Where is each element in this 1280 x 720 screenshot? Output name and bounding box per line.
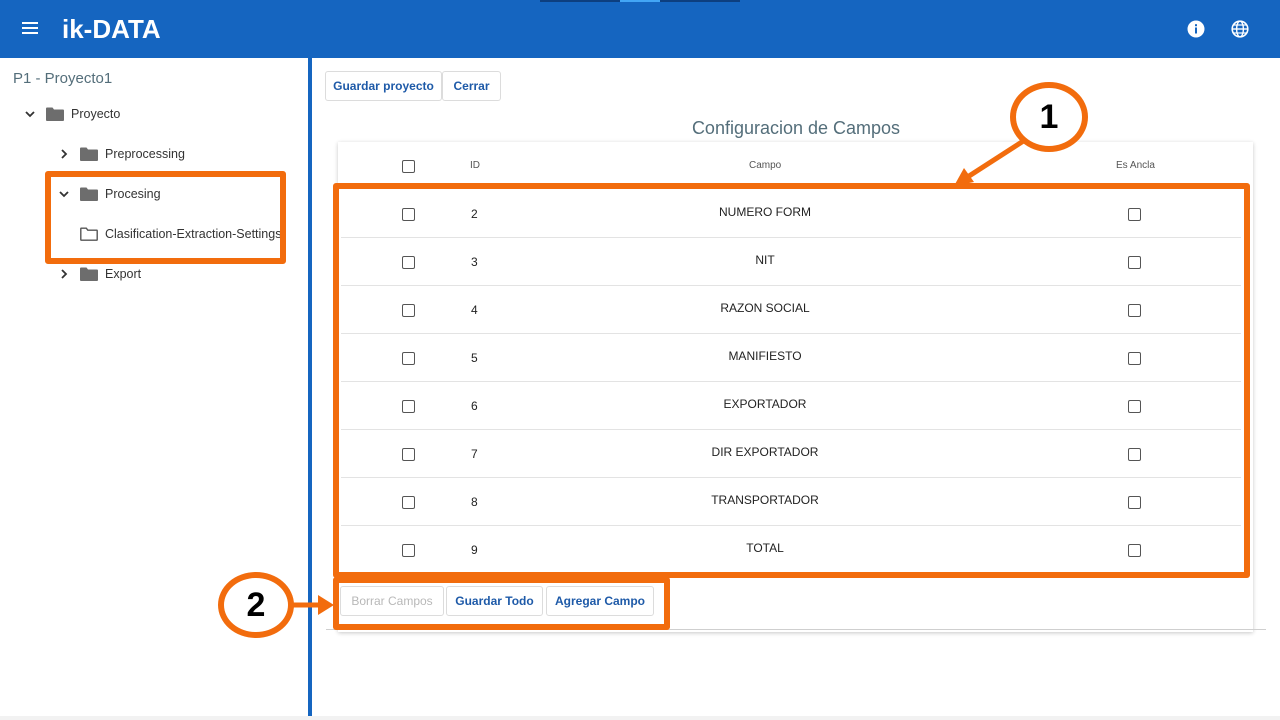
cell-id: 6	[471, 399, 478, 413]
bottom-bar	[0, 716, 1280, 720]
cell-campo: NIT	[755, 253, 775, 267]
save-project-button[interactable]: Guardar proyecto	[325, 71, 442, 101]
tree-item-label: Proyecto	[71, 107, 121, 121]
row-select-checkbox[interactable]	[402, 352, 415, 365]
tree-item-procesing[interactable]: Procesing	[58, 182, 161, 206]
folder-icon	[80, 267, 98, 281]
row-select-checkbox[interactable]	[402, 544, 415, 557]
header-es-ancla: Es Ancla	[1116, 160, 1155, 171]
tree-item-label: Export	[105, 267, 142, 281]
cell-id: 8	[471, 495, 478, 509]
table-row[interactable]: 4 RAZON SOCIAL	[341, 286, 1241, 334]
cell-campo: EXPORTADOR	[723, 397, 807, 411]
table-row[interactable]: 2 NUMERO FORM	[341, 190, 1241, 238]
table-row[interactable]: 6 EXPORTADOR	[341, 382, 1241, 430]
cell-campo: RAZON SOCIAL	[720, 301, 810, 315]
tree-item-proyecto[interactable]: Proyecto	[24, 102, 120, 126]
cell-id: 9	[471, 543, 478, 557]
tree-item-label: Clasification-Extraction-Settings	[105, 227, 282, 241]
folder-open-outline-icon	[80, 227, 98, 241]
table-row[interactable]: 8 TRANSPORTADOR	[341, 478, 1241, 526]
add-field-button[interactable]: Agregar Campo	[546, 586, 654, 616]
row-select-checkbox[interactable]	[402, 208, 415, 221]
chevron-right-icon[interactable]	[58, 268, 70, 280]
folder-icon	[46, 107, 64, 121]
table-row[interactable]: 3 NIT	[341, 238, 1241, 286]
es-ancla-checkbox[interactable]	[1128, 400, 1141, 413]
cell-id: 7	[471, 447, 478, 461]
tree-item-label: Preprocessing	[105, 147, 185, 161]
menu-icon[interactable]	[20, 19, 40, 39]
arrow-2	[288, 595, 334, 615]
es-ancla-checkbox[interactable]	[1128, 544, 1141, 557]
folder-icon	[80, 147, 98, 161]
divider	[326, 629, 1266, 630]
cell-id: 2	[471, 207, 478, 221]
cell-id: 3	[471, 255, 478, 269]
tree-item-export[interactable]: Export	[58, 262, 141, 286]
folder-icon	[80, 187, 98, 201]
chevron-down-icon[interactable]	[58, 188, 70, 200]
header-id: ID	[470, 160, 480, 171]
chevron-down-icon[interactable]	[24, 108, 36, 120]
es-ancla-checkbox[interactable]	[1128, 256, 1141, 269]
app-logo: ik-DATA	[62, 14, 161, 44]
table-row[interactable]: 5 MANIFIESTO	[341, 334, 1241, 382]
es-ancla-checkbox[interactable]	[1128, 304, 1141, 317]
annotation-badge-2: 2	[218, 572, 294, 638]
globe-icon[interactable]	[1231, 20, 1249, 38]
cell-campo: MANIFIESTO	[728, 349, 802, 363]
header-campo: Campo	[749, 160, 782, 171]
cell-campo: DIR EXPORTADOR	[711, 445, 819, 459]
annotation-badge-1: 1	[1010, 82, 1088, 152]
row-select-checkbox[interactable]	[402, 304, 415, 317]
loading-indicator	[540, 0, 740, 2]
table-header: ID Campo Es Ancla	[338, 142, 1253, 188]
row-select-checkbox[interactable]	[402, 496, 415, 509]
es-ancla-checkbox[interactable]	[1128, 496, 1141, 509]
es-ancla-checkbox[interactable]	[1128, 448, 1141, 461]
row-select-checkbox[interactable]	[402, 256, 415, 269]
es-ancla-checkbox[interactable]	[1128, 208, 1141, 221]
top-app-bar: ik-DATA	[0, 0, 1280, 58]
save-all-button[interactable]: Guardar Todo	[446, 586, 543, 616]
section-title: Configuracion de Campos	[691, 118, 901, 138]
row-select-checkbox[interactable]	[402, 400, 415, 413]
tree-item-clasification-extraction-settings[interactable]: Clasification-Extraction-Settings	[80, 222, 281, 246]
row-select-checkbox[interactable]	[402, 448, 415, 461]
chevron-right-icon[interactable]	[58, 148, 70, 160]
tree-item-label: Procesing	[105, 187, 161, 201]
cell-campo: TRANSPORTADOR	[711, 493, 819, 507]
table-row[interactable]: 7 DIR EXPORTADOR	[341, 430, 1241, 478]
close-button[interactable]: Cerrar	[442, 71, 501, 101]
select-all-checkbox[interactable]	[402, 160, 415, 173]
cell-campo: TOTAL	[746, 541, 784, 555]
cell-campo: NUMERO FORM	[719, 205, 811, 219]
table-row[interactable]: 9 TOTAL	[341, 526, 1241, 574]
es-ancla-checkbox[interactable]	[1128, 352, 1141, 365]
logo-text: ik-DATA	[62, 14, 161, 44]
tree-item-preprocessing[interactable]: Preprocessing	[58, 142, 185, 166]
info-icon[interactable]	[1187, 20, 1205, 38]
cell-id: 5	[471, 351, 478, 365]
project-title: P1 - Proyecto1	[13, 70, 113, 87]
delete-fields-button[interactable]: Borrar Campos	[340, 586, 444, 616]
cell-id: 4	[471, 303, 478, 317]
